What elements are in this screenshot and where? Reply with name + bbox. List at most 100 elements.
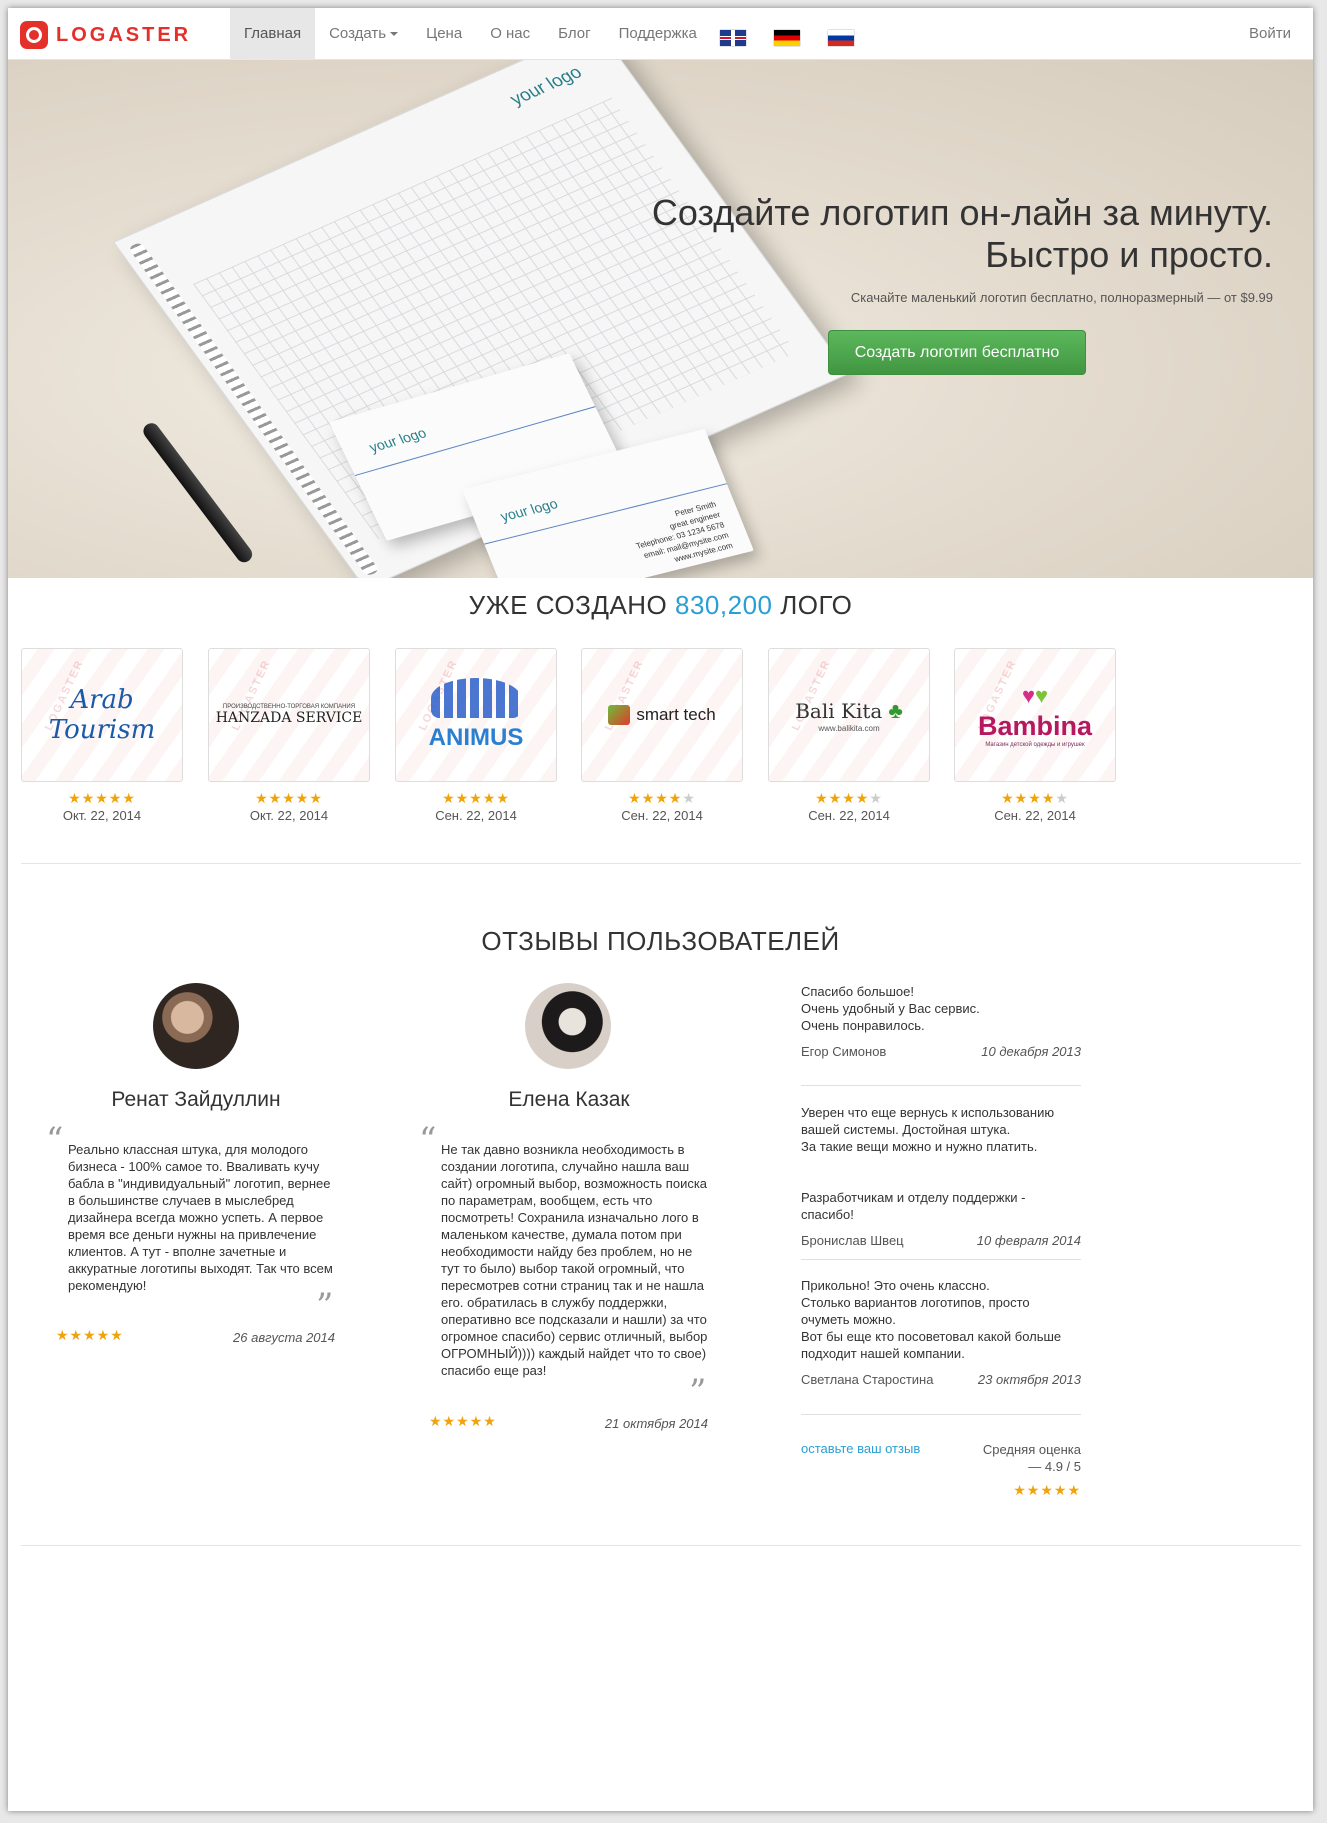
language-switcher	[720, 30, 854, 46]
logo-art: Bali Kita ♣ www.balikita.com	[795, 698, 903, 733]
card-front-logo: your logo	[497, 495, 560, 525]
logo-date: Окт. 22, 2014	[249, 808, 329, 823]
review-divider	[801, 1414, 1081, 1415]
logo-date: Сен. 22, 2014	[808, 808, 890, 823]
review-line: Разработчикам и отделу поддержки - спаси…	[801, 1190, 1026, 1222]
review-line: Прикольно! Это очень классно.	[801, 1278, 990, 1293]
logo-card[interactable]: LOGASTER ♥♥ Bambina Магазин детской одеж…	[954, 648, 1116, 823]
logo-name: ANIMUS	[428, 724, 524, 751]
review-line: Вот бы еще кто посоветовал какой больше …	[801, 1329, 1062, 1361]
logo-card[interactable]: LOGASTER smart tech ★★★★★ Сен. 22, 2014	[581, 648, 743, 823]
review-author: Бронислав Швец	[801, 1233, 904, 1248]
main-nav: Главная Создать Цена О нас Блог Поддержк…	[230, 8, 711, 60]
reviewer-name: Ренат Зайдуллин	[111, 1088, 281, 1111]
rating-stars: ★★★★★	[21, 790, 183, 807]
card-back-logo: your logo	[366, 424, 429, 456]
review-author: Егор Симонов	[801, 1044, 887, 1059]
logo-thumbnail[interactable]: LOGASTER ♥♥ Bambina Магазин детской одеж…	[954, 648, 1116, 782]
review-date: 21 октября 2014	[604, 1416, 708, 1431]
caret-down-icon	[390, 32, 399, 37]
short-review: Прикольно! Это очень классно. Столько ва…	[801, 1277, 1081, 1388]
logo-name: Bambina	[977, 710, 1093, 741]
rating-stars: ★★★★★	[395, 790, 557, 807]
logo-card[interactable]: LOGASTER Bali Kita ♣ www.balikita.com ★★…	[768, 648, 930, 823]
review-text: Не так давно возникла необходимость в со…	[441, 1142, 708, 1378]
logo-thumbnail[interactable]: LOGASTER Bali Kita ♣ www.balikita.com	[768, 648, 930, 782]
logo-thumbnail[interactable]: LOGASTER smart tech	[581, 648, 743, 782]
logo-art: smart tech	[608, 705, 716, 725]
leave-review-link[interactable]: оставьте ваш отзыв	[801, 1441, 920, 1456]
short-review: Спасибо большое! Очень удобный у Вас сер…	[801, 983, 1081, 1060]
nav-item-create[interactable]: Создать	[315, 8, 412, 60]
logo-name: Bali Kita	[795, 698, 883, 723]
stars-on: ★★★★	[815, 790, 870, 806]
review-date: 10 февраля 2014	[976, 1233, 1081, 1248]
nav-item-home[interactable]: Главная	[230, 8, 316, 60]
review-date: 10 декабря 2013	[981, 1044, 1081, 1059]
pen-illustration	[140, 420, 256, 566]
section-divider	[21, 1545, 1301, 1546]
logo-card[interactable]: LOGASTER ANIMUS ★★★★★ Сен. 22, 2014	[395, 648, 557, 823]
review-meta: Егор Симонов 10 декабря 2013	[801, 1043, 1081, 1060]
review-line: Очень удобный у Вас сервис.	[801, 1001, 980, 1016]
counter-number: 830,200	[675, 590, 773, 620]
kids-figures-icon: ♥♥	[1021, 682, 1049, 708]
brand-logo[interactable]: LOGASTER	[20, 20, 191, 50]
review-divider	[801, 1259, 1081, 1260]
review-meta: Светлана Старостина 23 октября 2013	[801, 1371, 1081, 1388]
hero-subtitle: Скачайте маленький логотип бесплатно, по…	[850, 290, 1273, 305]
rating-stars: ★★★★★	[581, 790, 743, 807]
stars-on: ★★★★	[628, 790, 683, 806]
login-link[interactable]: Войти	[1249, 8, 1291, 60]
create-logo-button[interactable]: Создать логотип бесплатно	[828, 330, 1086, 375]
avatar	[153, 983, 239, 1069]
reviewer-name: Елена Казак	[508, 1088, 630, 1111]
stars-on: ★★★★★	[68, 790, 136, 806]
uk-flag-icon[interactable]	[720, 30, 746, 46]
notebook-logo-text: your logo	[505, 62, 586, 109]
review-line: Уверен что еще вернусь к использованию в…	[801, 1105, 1055, 1137]
browser-page: LOGASTER Главная Создать Цена О нас Блог…	[8, 8, 1313, 1811]
review-line: Очень понравилось.	[801, 1018, 925, 1033]
nav-item-blog[interactable]: Блог	[544, 8, 604, 60]
logo-art: ♥♥ Bambina Магазин детской одежды и игру…	[978, 683, 1092, 748]
nav-item-support[interactable]: Поддержка	[605, 8, 711, 60]
logo-name: Arab Tourism	[48, 685, 156, 745]
logo-thumbnail[interactable]: LOGASTER ANIMUS	[395, 648, 557, 782]
brand-name: LOGASTER	[56, 23, 192, 46]
rating-stars: ★★★★★	[208, 790, 370, 807]
logo-date: Сен. 22, 2014	[435, 808, 517, 823]
counter-prefix: УЖЕ СОЗДАНО	[468, 590, 668, 620]
stars-on: ★★★★★	[255, 790, 323, 806]
navbar: LOGASTER Главная Создать Цена О нас Блог…	[8, 8, 1313, 60]
palm-tree-icon: ♣	[888, 697, 903, 723]
logo-date: Сен. 22, 2014	[994, 808, 1076, 823]
nav-item-price[interactable]: Цена	[412, 8, 476, 60]
logo-card[interactable]: LOGASTER ПРОИЗВОДСТВЕННО-ТОРГОВАЯ КОМПАН…	[208, 648, 370, 823]
reviews-title: ОТЗЫВЫ ПОЛЬЗОВАТЕЛЕЙ	[481, 926, 840, 956]
logo-thumbnail[interactable]: LOGASTER ПРОИЗВОДСТВЕННО-ТОРГОВАЯ КОМПАН…	[208, 648, 370, 782]
logo-art: ANIMUS	[428, 678, 524, 752]
logo-card[interactable]: LOGASTER Arab Tourism ★★★★★ Окт. 22, 201…	[21, 648, 183, 823]
avatar	[525, 983, 611, 1069]
ru-flag-icon[interactable]	[828, 30, 854, 46]
review-author: Светлана Старостина	[801, 1372, 934, 1387]
logo-tagline: Магазин детской одежды и игрушек	[985, 741, 1085, 748]
hero-title-line2: Быстро и просто.	[985, 234, 1273, 275]
stars-on: ★★★★★	[442, 790, 510, 806]
review-text: Реально классная штука, для молодого биз…	[68, 1142, 333, 1293]
rating-stars: ★★★★★	[954, 790, 1116, 807]
stars-off: ★	[682, 790, 696, 806]
review-meta: Бронислав Швец 10 февраля 2014	[801, 1232, 1081, 1249]
review-line: Спасибо большое!	[801, 984, 914, 999]
nav-item-about[interactable]: О нас	[476, 8, 544, 60]
logo-name: HANZADA SERVICE	[215, 710, 363, 726]
review-line	[801, 1155, 1081, 1172]
de-flag-icon[interactable]	[774, 30, 800, 46]
review-date: 26 августа 2014	[233, 1330, 335, 1345]
logo-thumbnail[interactable]: LOGASTER Arab Tourism	[21, 648, 183, 782]
logo-gallery: LOGASTER Arab Tourism ★★★★★ Окт. 22, 201…	[21, 648, 1301, 848]
stars-on: ★★★★	[1001, 790, 1056, 806]
review-line: За такие вещи можно и нужно платить.	[801, 1139, 1038, 1154]
average-rating: Средняя оценка — 4.9 / 5	[982, 1442, 1081, 1474]
